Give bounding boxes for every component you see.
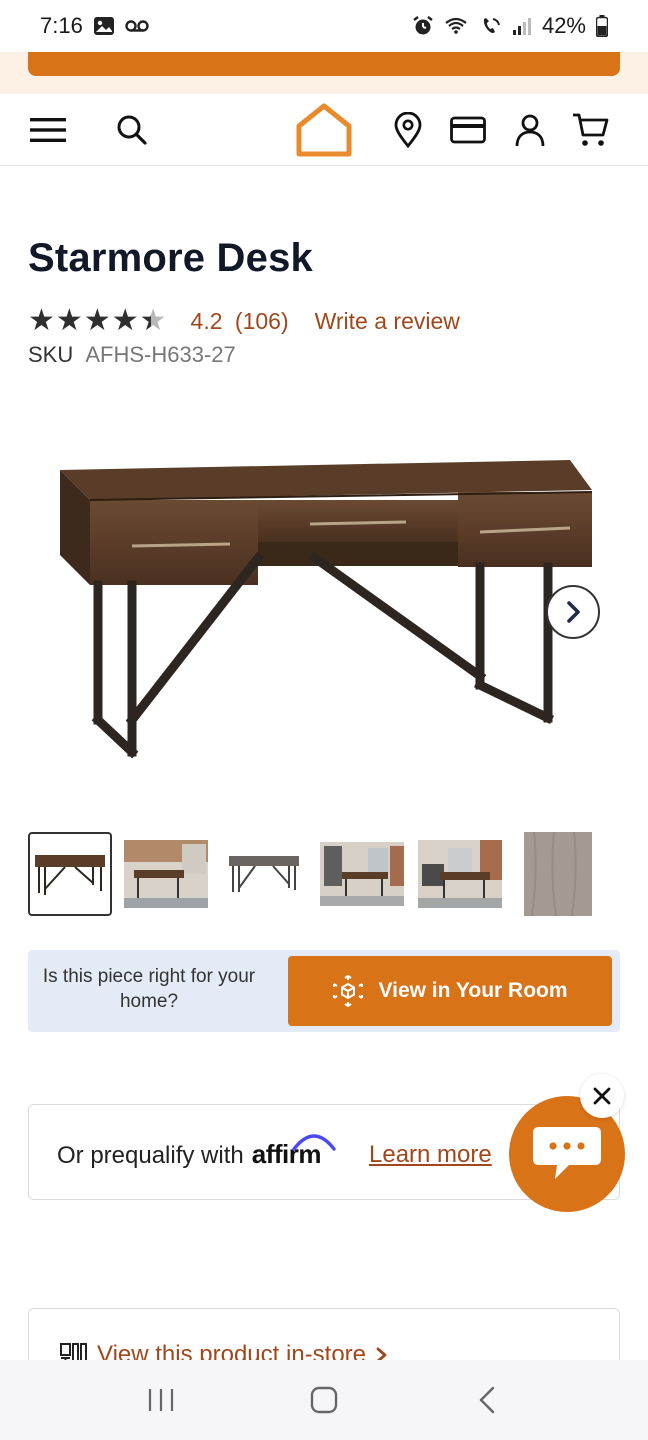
affirm-logo: affirm: [252, 1134, 336, 1170]
chat-close-button[interactable]: [580, 1074, 624, 1118]
battery-icon: [596, 15, 608, 37]
product-title: Starmore Desk: [28, 236, 313, 280]
site-header: [0, 94, 648, 166]
home-logo-icon[interactable]: [294, 100, 354, 160]
write-review-link[interactable]: Write a review: [315, 308, 460, 335]
status-time: 7:16: [40, 13, 83, 38]
thumbnail-4[interactable]: [320, 832, 404, 916]
sku-label: SKU: [28, 342, 74, 367]
affirm-prefix: Or prequalify with: [57, 1142, 244, 1169]
promo-strip: [0, 52, 648, 94]
menu-icon[interactable]: [26, 108, 70, 152]
credit-card-icon[interactable]: [446, 108, 490, 152]
partial-star-icon: ★: [139, 304, 167, 337]
review-count: (106): [234, 307, 289, 334]
star-icon: ★: [83, 304, 111, 337]
cart-icon[interactable]: [568, 108, 612, 152]
account-icon[interactable]: [508, 108, 552, 152]
sku-row: SKU AFHS-H633-27: [28, 342, 236, 368]
alarm-icon: [412, 15, 434, 37]
product-main-image[interactable]: [40, 440, 620, 780]
home-button[interactable]: [284, 1370, 364, 1430]
star-icon: ★: [111, 304, 139, 337]
rating-row: ★ ★ ★ ★ ★ 4.2 (106) Write a review: [28, 304, 460, 338]
signal-bars-icon: [512, 16, 532, 36]
gallery-notification-icon: [93, 16, 115, 36]
image-next-button[interactable]: [546, 585, 600, 639]
affirm-arc-icon: [292, 1134, 336, 1151]
close-icon: [593, 1087, 611, 1105]
view-in-room-label: View in Your Room: [378, 979, 568, 1002]
status-bar: 7:16 42%: [0, 0, 648, 52]
battery-percent: 42%: [541, 13, 586, 38]
rating-summary[interactable]: 4.2 (106): [191, 308, 289, 335]
call-signal-icon: [480, 16, 502, 36]
instore-box: View this product in-store: [28, 1308, 620, 1368]
rating-value: 4.2: [190, 307, 223, 334]
back-button[interactable]: [447, 1370, 527, 1430]
learn-more-link[interactable]: Learn more: [369, 1141, 492, 1169]
voicemail-icon: [125, 19, 149, 33]
promo-banner-button[interactable]: [28, 52, 620, 76]
thumbnail-6[interactable]: [524, 832, 592, 916]
thumbnail-1[interactable]: [28, 832, 112, 916]
star-icon: ★: [55, 304, 83, 337]
recent-apps-icon: [149, 1389, 174, 1411]
location-pin-icon[interactable]: [386, 108, 430, 152]
back-icon: [479, 1386, 494, 1414]
thumbnail-3[interactable]: [222, 832, 306, 916]
view-in-room-button[interactable]: View in Your Room: [288, 956, 612, 1026]
recent-apps-button[interactable]: [121, 1370, 201, 1430]
star-rating[interactable]: ★ ★ ★ ★ ★: [28, 306, 167, 336]
chevron-right-icon: [567, 601, 580, 623]
star-icon: ★: [28, 304, 55, 337]
chat-icon: [533, 1127, 601, 1179]
home-nav-icon: [310, 1386, 338, 1414]
system-nav-bar: [0, 1360, 648, 1440]
sku-value: AFHS-H633-27: [85, 342, 236, 367]
ar-question-text: Is this piece right for your home?: [42, 966, 256, 1012]
affirm-text: Or prequalify with affirm: [57, 1134, 336, 1170]
search-icon[interactable]: [110, 108, 154, 152]
thumbnail-2[interactable]: [124, 832, 208, 916]
thumbnail-strip: [28, 832, 620, 916]
view-in-room-banner: Is this piece right for your home? View …: [28, 950, 620, 1032]
ar-cube-icon: [332, 975, 364, 1007]
wifi-calling-icon: [444, 16, 470, 36]
thumbnail-5[interactable]: [418, 832, 502, 916]
